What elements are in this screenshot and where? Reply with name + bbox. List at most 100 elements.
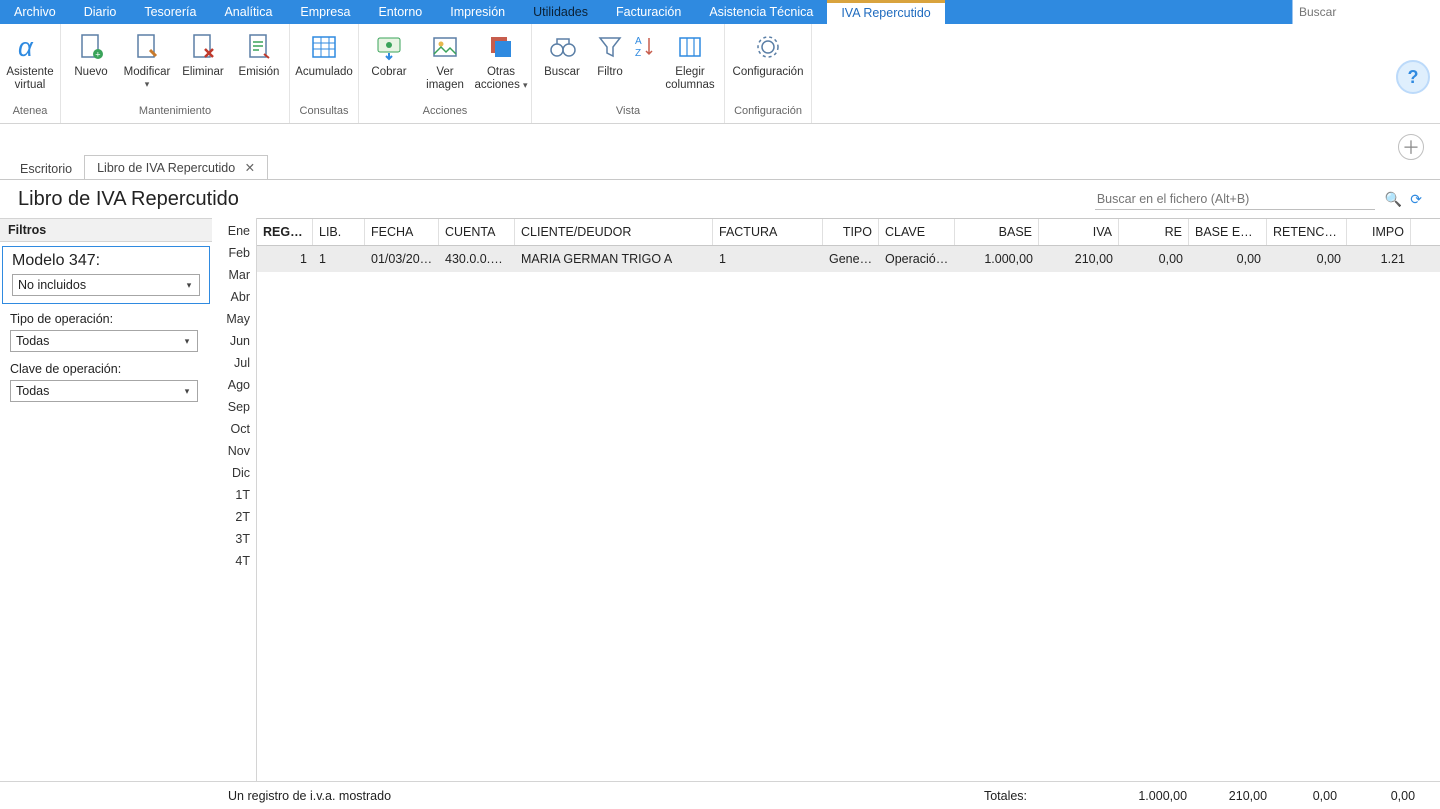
quarter-3t[interactable]: 3T	[235, 532, 250, 546]
global-search[interactable]	[1292, 0, 1440, 24]
col-clave[interactable]: CLAVE	[879, 219, 955, 245]
new-tab-button[interactable]: ＋	[1398, 134, 1424, 160]
col-regis[interactable]: REGIS...	[257, 219, 313, 245]
otras-acciones-button[interactable]: Otrasacciones ▾	[473, 28, 529, 94]
global-search-input[interactable]	[1299, 5, 1434, 19]
configuracion-button[interactable]: Configuración	[727, 28, 809, 81]
emision-button[interactable]: Emisión	[231, 28, 287, 81]
cell-cuenta: 430.0.0.00000	[439, 246, 515, 272]
eliminar-button[interactable]: Eliminar	[175, 28, 231, 81]
filter-tipo-label: Tipo de operación:	[10, 312, 202, 326]
menu-entorno[interactable]: Entorno	[364, 0, 436, 24]
month-nov[interactable]: Nov	[228, 444, 250, 458]
page-title: Libro de IVA Repercutido	[18, 188, 1095, 211]
close-tab-button[interactable]: ✕	[245, 161, 255, 175]
cell-re: 0,00	[1119, 246, 1189, 272]
filter-clave-select[interactable]: Todas ▾	[10, 380, 198, 402]
month-dic[interactable]: Dic	[232, 466, 250, 480]
total-iva: 210,00	[1193, 785, 1273, 807]
col-re[interactable]: RE	[1119, 219, 1189, 245]
stack-icon	[484, 30, 518, 64]
quarter-1t[interactable]: 1T	[235, 488, 250, 502]
cell-factura: 1	[713, 246, 823, 272]
cell-regis: 1	[257, 246, 313, 272]
month-ene[interactable]: Ene	[228, 224, 250, 238]
data-grid: REGIS... LIB. FECHA CUENTA CLIENTE/DEUDO…	[256, 218, 1440, 809]
status-text: Un registro de i.v.a. mostrado	[228, 789, 411, 803]
svg-text:α: α	[18, 32, 34, 62]
quarter-4t[interactable]: 4T	[235, 554, 250, 568]
col-importe[interactable]: IMPO	[1347, 219, 1411, 245]
filter-tipo-select[interactable]: Todas ▾	[10, 330, 198, 352]
quarter-2t[interactable]: 2T	[235, 510, 250, 524]
modificar-button[interactable]: Modificar▾	[119, 28, 175, 92]
ribbon-group-label: Atenea	[0, 105, 60, 123]
menu-tesoreria[interactable]: Tesorería	[130, 0, 210, 24]
elegir-columnas-button[interactable]: Elegircolumnas	[658, 28, 722, 94]
month-abr[interactable]: Abr	[231, 290, 250, 304]
month-sep[interactable]: Sep	[228, 400, 250, 414]
tab-escritorio[interactable]: Escritorio	[8, 158, 84, 180]
month-ago[interactable]: Ago	[228, 378, 250, 392]
month-mar[interactable]: Mar	[228, 268, 250, 282]
col-cuenta[interactable]: CUENTA	[439, 219, 515, 245]
menu-facturacion[interactable]: Facturación	[602, 0, 695, 24]
col-retencion[interactable]: RETENCIÓN	[1267, 219, 1347, 245]
buscar-button[interactable]: Buscar	[534, 28, 590, 81]
filter-clave-operacion: Clave de operación: Todas ▾	[0, 356, 212, 406]
month-jul[interactable]: Jul	[234, 356, 250, 370]
tab-libro-iva[interactable]: Libro de IVA Repercutido ✕	[84, 155, 268, 180]
col-cliente[interactable]: CLIENTE/DEUDOR	[515, 219, 713, 245]
menu-iva-repercutido[interactable]: IVA Repercutido	[827, 0, 944, 24]
filtro-button[interactable]: Filtro	[590, 28, 630, 81]
month-may[interactable]: May	[226, 312, 250, 326]
help-button[interactable]: ?	[1396, 60, 1430, 94]
nuevo-button[interactable]: +Nuevo	[63, 28, 119, 81]
total-re: 0,00	[1273, 785, 1343, 807]
col-tipo[interactable]: TIPO	[823, 219, 879, 245]
edit-doc-icon	[130, 30, 164, 64]
ver-imagen-button[interactable]: Verimagen	[417, 28, 473, 94]
chevron-down-icon: ▾	[523, 80, 528, 90]
alpha-icon: α	[13, 30, 47, 64]
col-fecha[interactable]: FECHA	[365, 219, 439, 245]
table-row[interactable]: 1 1 01/03/20XX 430.0.0.00000 MARIA GERMA…	[257, 246, 1440, 272]
month-feb[interactable]: Feb	[228, 246, 250, 260]
search-icon[interactable]: 🔍	[1385, 191, 1402, 208]
ordenar-button[interactable]: AZ	[630, 28, 658, 68]
refresh-icon[interactable]: ⟳	[1410, 191, 1422, 208]
svg-text:A: A	[635, 36, 642, 47]
menu-archivo[interactable]: Archivo	[0, 0, 70, 24]
menu-impresion[interactable]: Impresión	[436, 0, 519, 24]
page-header: Libro de IVA Repercutido 🔍 ⟳	[0, 180, 1440, 218]
cell-exenta: 0,00	[1189, 246, 1267, 272]
menu-diario[interactable]: Diario	[70, 0, 131, 24]
cobrar-button[interactable]: Cobrar	[361, 28, 417, 81]
asistente-virtual-button[interactable]: α Asistente virtual	[2, 28, 58, 94]
col-base[interactable]: BASE	[955, 219, 1039, 245]
total-exenta: 0,00	[1343, 785, 1421, 807]
grid-header: REGIS... LIB. FECHA CUENTA CLIENTE/DEUDO…	[257, 218, 1440, 246]
grid-body: 1 1 01/03/20XX 430.0.0.00000 MARIA GERMA…	[257, 246, 1440, 809]
month-jun[interactable]: Jun	[230, 334, 250, 348]
filter-modelo-value: No incluidos	[18, 278, 86, 292]
menu-asistencia[interactable]: Asistencia Técnica	[695, 0, 827, 24]
col-iva[interactable]: IVA	[1039, 219, 1119, 245]
col-exenta[interactable]: BASE EXENTA	[1189, 219, 1267, 245]
col-lib[interactable]: LIB.	[313, 219, 365, 245]
menu-empresa[interactable]: Empresa	[286, 0, 364, 24]
acumulado-button[interactable]: Acumulado	[292, 28, 356, 81]
content-body: Filtros Modelo 347: No incluidos ▾ Tipo …	[0, 218, 1440, 809]
month-oct[interactable]: Oct	[231, 422, 250, 436]
filter-modelo-347: Modelo 347: No incluidos ▾	[2, 246, 210, 304]
totals-label: Totales:	[977, 785, 1033, 807]
file-search-input[interactable]	[1095, 189, 1375, 210]
filter-tipo-operacion: Tipo de operación: Todas ▾	[0, 306, 212, 356]
filter-clave-value: Todas	[16, 384, 49, 398]
filter-modelo-select[interactable]: No incluidos ▾	[12, 274, 200, 296]
col-factura[interactable]: FACTURA	[713, 219, 823, 245]
menu-analitica[interactable]: Analítica	[210, 0, 286, 24]
total-base: 1.000,00	[1109, 785, 1193, 807]
cell-retencion: 0,00	[1267, 246, 1347, 272]
menu-utilidades[interactable]: Utilidades	[519, 0, 602, 24]
